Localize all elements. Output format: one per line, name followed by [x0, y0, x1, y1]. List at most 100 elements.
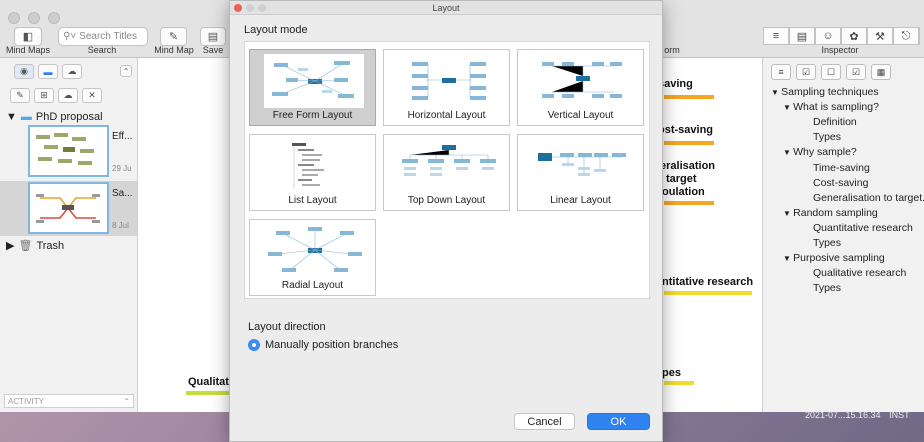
disclosure-triangle-icon[interactable]: ▼: [783, 103, 793, 112]
outline-item[interactable]: Time-saving: [813, 162, 870, 174]
thumbnail-preview: [36, 194, 100, 223]
folder-phd-proposal[interactable]: ▼ ▬ PhD proposal: [6, 111, 103, 123]
folder-name: PhD proposal: [35, 111, 103, 123]
top-down-preview: [402, 145, 496, 176]
search-icon: ⚲˅: [63, 31, 77, 42]
disclosure-triangle-icon[interactable]: ▼: [783, 209, 793, 218]
close-window-button[interactable]: [8, 12, 20, 24]
cancel-button[interactable]: Cancel: [514, 413, 575, 430]
layout-option-horizontal[interactable]: Horizontal Layout: [383, 49, 510, 126]
inspector-emoji-tab[interactable]: ☺: [815, 27, 842, 45]
chevron-up-icon[interactable]: ⌃: [123, 397, 130, 406]
minimize-window-button[interactable]: [28, 12, 40, 24]
disclosure-triangle-icon[interactable]: ▶: [6, 239, 14, 252]
palette-icon: ✿: [841, 27, 867, 45]
layout-option-radial[interactable]: Radial Layout: [249, 219, 376, 296]
inspector-tools-tab[interactable]: ⚒: [867, 27, 894, 45]
inspector-subtabs: ≡ ☑ ☐ ☑ ▦: [771, 64, 891, 80]
map-thumbnail: [28, 125, 109, 177]
node-fragment[interactable]: ntitative research: [662, 276, 753, 288]
node-fragment[interactable]: oulation: [662, 186, 705, 198]
layout-option-linear[interactable]: Linear Layout: [517, 134, 644, 211]
outline-item[interactable]: Cost-saving: [813, 177, 868, 189]
form-label-fragment: orm: [664, 45, 680, 55]
node-fragment[interactable]: pes: [662, 367, 681, 379]
checkbox-icon[interactable]: ☑: [796, 64, 816, 80]
activity-label: ACTIVITY: [8, 396, 45, 406]
outline-item[interactable]: Quantitative research: [813, 222, 913, 234]
cloud-upload-icon[interactable]: ☁: [58, 88, 78, 103]
layout-option-label: Top Down Layout: [407, 195, 486, 206]
layout-option-top-down[interactable]: Top Down Layout: [383, 134, 510, 211]
node-fragment[interactable]: Qualitat: [188, 376, 229, 388]
layout-option-list[interactable]: List Layout: [249, 134, 376, 211]
inspector-tab-group: ≡ ▤ ☺ ✿ ⚒ ⎋: [763, 27, 920, 45]
outline-item-label: Why sample?: [793, 146, 857, 159]
node-fragment[interactable]: ost-saving: [658, 124, 713, 136]
branch-line: [664, 291, 752, 295]
checklist-icon[interactable]: ☑: [846, 64, 866, 80]
outline-item[interactable]: Definition: [813, 116, 857, 128]
outline-item-label: Time-saving: [813, 161, 870, 174]
layout-option-free-form[interactable]: Free Form Layout: [249, 49, 376, 126]
sidebar-source-tabs: ◉ ▬ ☁: [14, 64, 82, 79]
branch-line: [664, 201, 714, 205]
list-item[interactable]: Eff... 29 Ju: [0, 124, 137, 179]
disclosure-triangle-icon[interactable]: ▼: [771, 88, 781, 97]
node-fragment[interactable]: target: [666, 173, 697, 185]
inspector-notes-tab[interactable]: ▤: [789, 27, 816, 45]
layout-mode-heading: Layout mode: [244, 24, 308, 36]
new-mind-map-button[interactable]: ✎: [160, 27, 187, 46]
outline-item[interactable]: Types: [813, 237, 841, 249]
outline-item[interactable]: ▼ Sampling techniques: [771, 86, 879, 98]
activity-bar[interactable]: ACTIVITY ⌃: [4, 394, 134, 408]
mind-maps-toggle-button[interactable]: ◧: [14, 27, 42, 46]
outline-item-label: Generalisation to target...: [813, 191, 924, 204]
layout-option-label: List Layout: [288, 195, 337, 206]
outline-item-label: Types: [813, 131, 842, 144]
export-icon: ⎋: [893, 27, 919, 45]
disclosure-triangle-icon[interactable]: ▼: [783, 254, 793, 263]
outline-item[interactable]: ▼ What is sampling?: [783, 101, 879, 113]
list-item-selected[interactable]: Sa... 8 Jul: [0, 181, 137, 236]
layout-option-vertical[interactable]: Vertical Layout: [517, 49, 644, 126]
outline-item[interactable]: Types: [813, 131, 841, 143]
close-dialog-button[interactable]: [234, 4, 242, 12]
node-fragment[interactable]: saving: [658, 78, 693, 90]
new-folder-icon[interactable]: ⊞: [34, 88, 54, 103]
calendar-icon[interactable]: ▦: [871, 64, 891, 80]
inspector-outline-tab[interactable]: ≡: [763, 27, 790, 45]
radio-selected-icon[interactable]: [248, 339, 260, 351]
zoom-window-button[interactable]: [48, 12, 60, 24]
linear-preview: [538, 153, 626, 176]
shield-icon[interactable]: ◉: [14, 64, 34, 79]
ok-button[interactable]: OK: [587, 413, 650, 430]
outline-item[interactable]: Qualitative research: [813, 267, 906, 279]
inspector-style-tab[interactable]: ✿: [841, 27, 868, 45]
square-icon[interactable]: ☐: [821, 64, 841, 80]
folder-icon[interactable]: ▬: [38, 64, 58, 79]
save-button[interactable]: ▤: [200, 27, 226, 46]
disclosure-triangle-icon[interactable]: ▼: [783, 148, 793, 157]
outline-item[interactable]: ▼ Random sampling: [783, 207, 878, 219]
manual-position-radio[interactable]: Manually position branches: [248, 339, 398, 351]
search-input[interactable]: ⚲˅ Search Titles: [58, 27, 148, 46]
folder-trash[interactable]: ▶ 🗑 Trash: [6, 239, 64, 253]
inspector-export-tab[interactable]: ⎋: [893, 27, 920, 45]
outline-list-icon[interactable]: ≡: [771, 64, 791, 80]
timestamp-text: 2021-07...15.16.34: [805, 410, 881, 420]
disclosure-triangle-icon[interactable]: ▼: [6, 111, 17, 123]
new-map-icon[interactable]: ✎: [10, 88, 30, 103]
outline-item[interactable]: Generalisation to target...: [813, 192, 924, 204]
delete-icon[interactable]: ✕: [82, 88, 102, 103]
collapse-chevron-icon[interactable]: ⌃: [120, 65, 132, 77]
outline-icon: ≡: [763, 27, 789, 45]
map-title: Sa...: [112, 188, 133, 199]
branch-line: [664, 141, 714, 145]
node-fragment[interactable]: eralisation: [660, 160, 715, 172]
outline-item[interactable]: ▼ Purposive sampling: [783, 252, 885, 264]
cloud-icon[interactable]: ☁: [62, 64, 82, 79]
outline-item[interactable]: Types: [813, 282, 841, 294]
dialog-title: Layout: [432, 3, 460, 13]
outline-item[interactable]: ▼ Why sample?: [783, 146, 857, 158]
